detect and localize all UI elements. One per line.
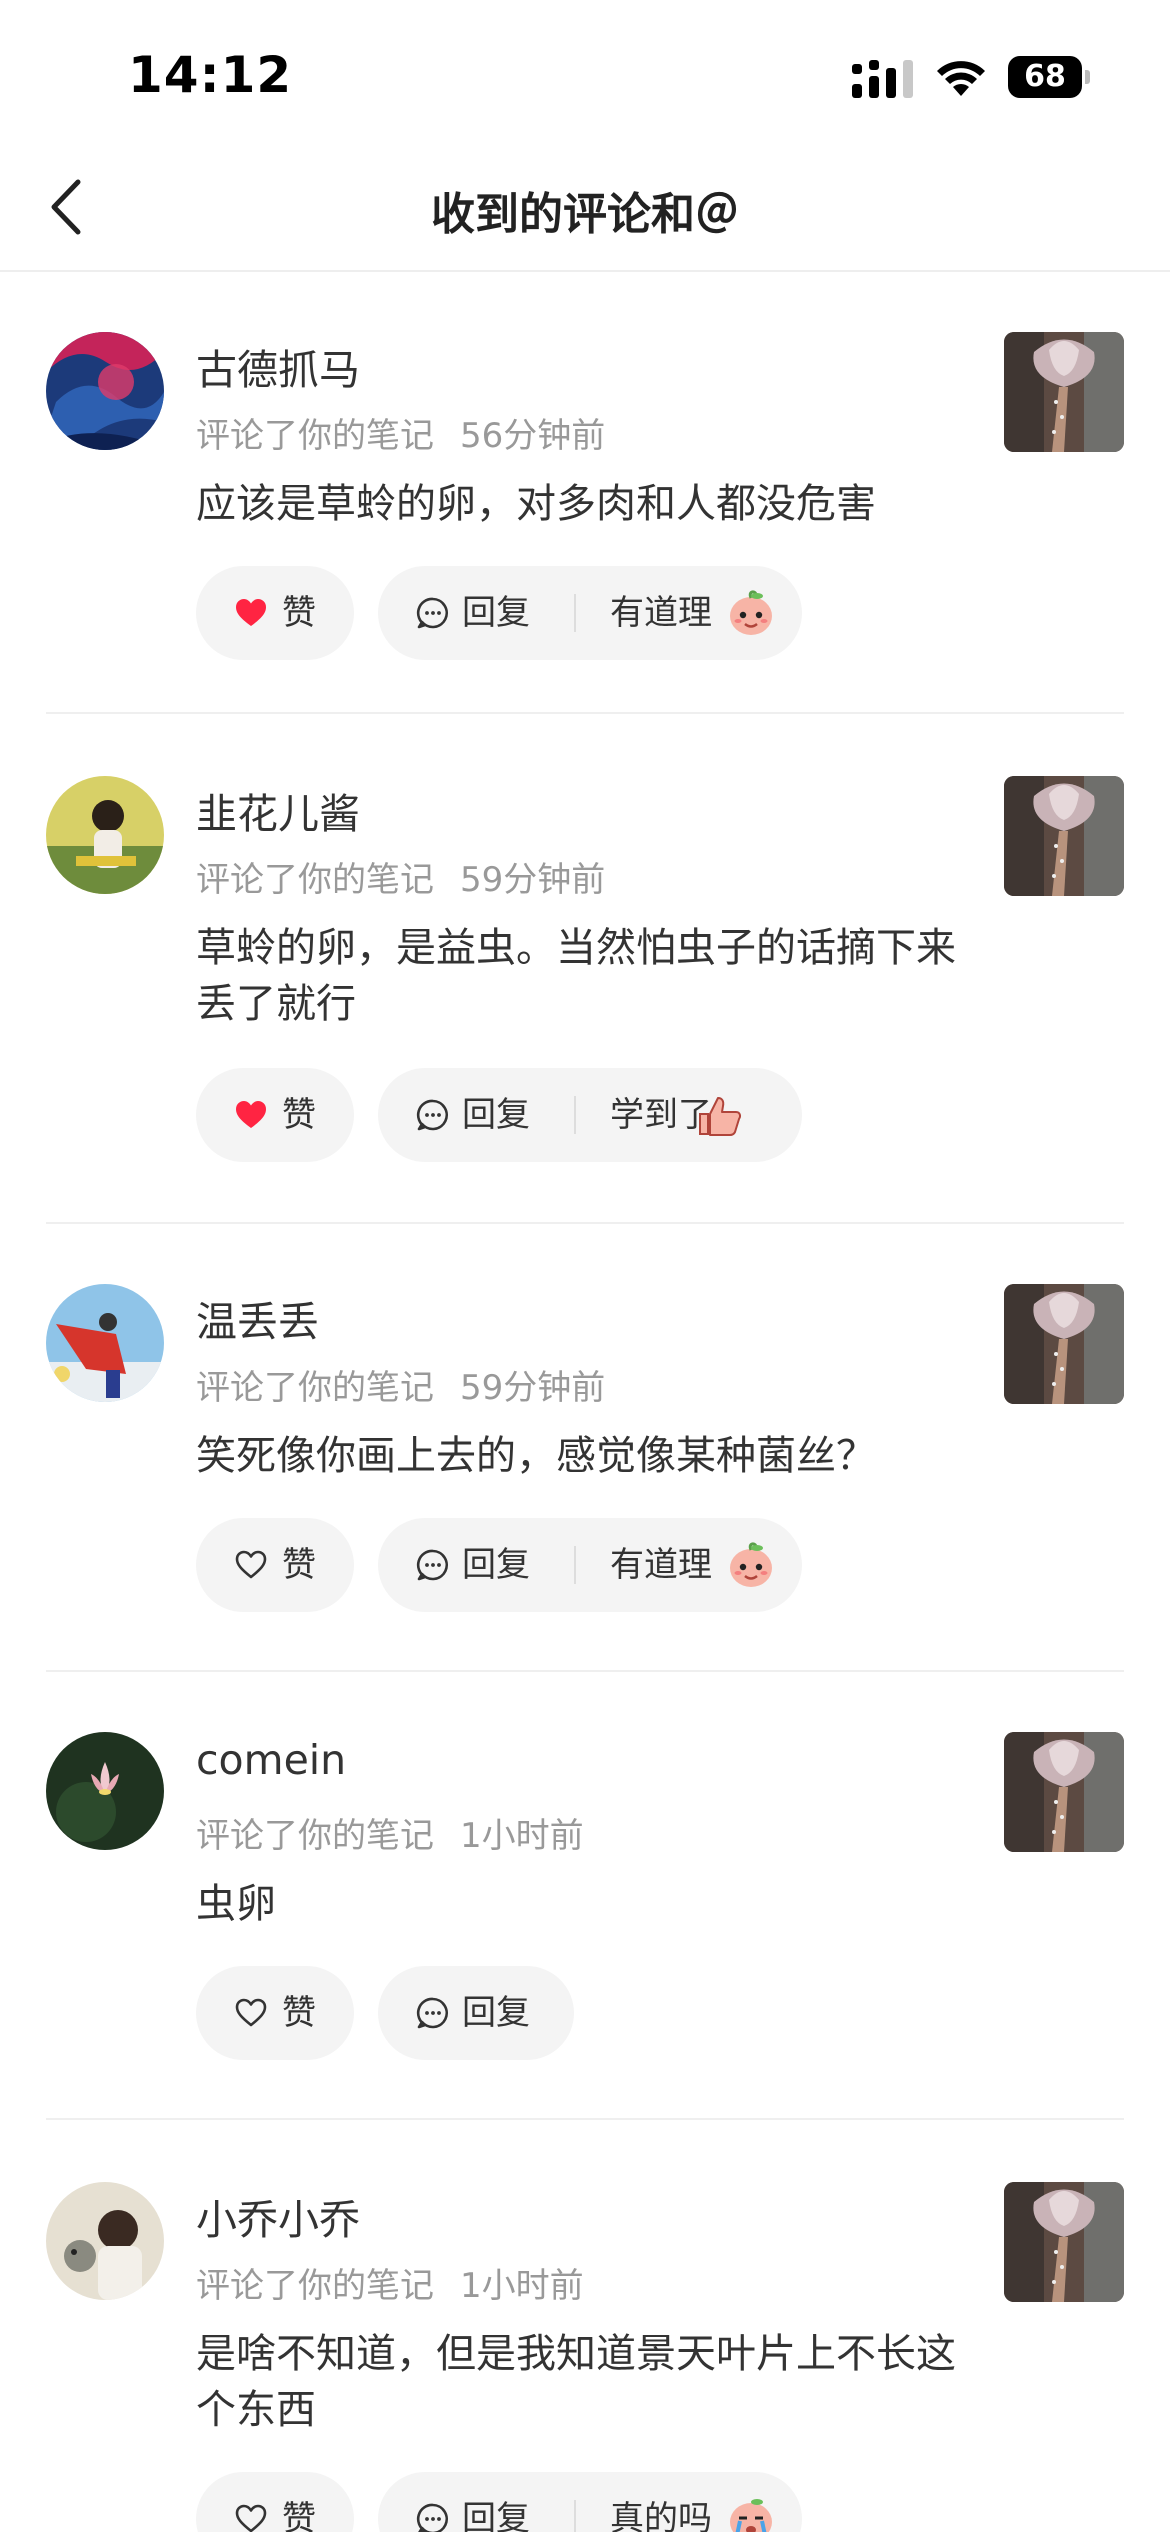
comment-bubble-icon bbox=[416, 1098, 450, 1132]
heart-filled-icon bbox=[234, 1098, 268, 1132]
username[interactable]: 韭花儿酱 bbox=[196, 780, 360, 840]
navigation-bar: 收到的评论和＠ bbox=[0, 150, 1170, 272]
comment-text: 草蛉的卵，是益虫。当然怕虫子的话摘下来丢了就行 bbox=[196, 925, 956, 1027]
separator bbox=[46, 2118, 1124, 2120]
comment-meta: 评论了你的笔记 1小时前 bbox=[196, 1808, 584, 1857]
separator bbox=[46, 712, 1124, 714]
comment-text: 虫卵 bbox=[196, 1881, 276, 1927]
comment-action: 评论了你的笔记 bbox=[196, 1816, 434, 1856]
reply-label: 回复 bbox=[462, 1095, 530, 1135]
note-thumbnail[interactable] bbox=[1004, 776, 1124, 896]
note-thumbnail[interactable] bbox=[1004, 2182, 1124, 2302]
thumbs-up-emoji-icon bbox=[694, 1090, 744, 1140]
reply-button[interactable]: 回复 有道理 bbox=[378, 1518, 802, 1612]
note-thumbnail[interactable] bbox=[1004, 332, 1124, 452]
comment-action: 评论了你的笔记 bbox=[196, 860, 434, 900]
user-avatar[interactable] bbox=[46, 1732, 164, 1850]
comment-action: 评论了你的笔记 bbox=[196, 416, 434, 456]
quick-reply-button[interactable]: 有道理 bbox=[610, 1540, 712, 1590]
comment-meta: 评论了你的笔记 59分钟前 bbox=[196, 852, 605, 901]
like-label: 赞 bbox=[282, 2499, 316, 2532]
like-button[interactable]: 赞 bbox=[196, 2472, 354, 2532]
reply-button[interactable]: 回复 真的吗 bbox=[378, 2472, 802, 2532]
note-thumbnail[interactable] bbox=[1004, 1732, 1124, 1852]
battery-indicator: 68 bbox=[1008, 56, 1090, 98]
comment-text: 应该是草蛉的卵，对多肉和人都没危害 bbox=[196, 481, 876, 527]
separator bbox=[46, 1222, 1124, 1224]
comment-time: 56分钟前 bbox=[460, 416, 606, 456]
like-label: 赞 bbox=[282, 1095, 316, 1135]
status-time: 14:12 bbox=[128, 46, 293, 104]
like-label: 赞 bbox=[282, 593, 316, 633]
heart-outline-icon bbox=[234, 1548, 268, 1582]
comment-meta: 评论了你的笔记 1小时前 bbox=[196, 2258, 584, 2307]
username[interactable]: 温丢丢 bbox=[196, 1288, 319, 1348]
comment-meta: 评论了你的笔记 59分钟前 bbox=[196, 1360, 605, 1409]
comment-text: 笑死像你画上去的，感觉像某种菌丝？ bbox=[196, 1433, 876, 1479]
comment-action: 评论了你的笔记 bbox=[196, 2266, 434, 2306]
reply-button[interactable]: 回复 bbox=[378, 1966, 574, 2060]
comment-time: 59分钟前 bbox=[460, 1368, 606, 1408]
divider bbox=[574, 594, 576, 632]
comment-text: 是啥不知道，但是我知道景天叶片上不长这个东西 bbox=[196, 2331, 956, 2433]
comment-bubble-icon bbox=[416, 2502, 450, 2532]
comment-time: 1小时前 bbox=[460, 1816, 584, 1856]
like-button[interactable]: 赞 bbox=[196, 1068, 354, 1162]
user-avatar[interactable] bbox=[46, 332, 164, 450]
crying-emoji-icon bbox=[726, 2494, 776, 2532]
username[interactable]: 古德抓马 bbox=[196, 336, 360, 396]
reply-label: 回复 bbox=[462, 1545, 530, 1585]
peach-smile-emoji-icon bbox=[726, 588, 776, 638]
reply-button[interactable]: 回复 学到了 bbox=[378, 1068, 802, 1162]
heart-filled-icon bbox=[234, 596, 268, 630]
reply-label: 回复 bbox=[462, 593, 530, 633]
cellular-signal-icon bbox=[852, 60, 913, 98]
comment-bubble-icon bbox=[416, 1548, 450, 1582]
comment-bubble-icon bbox=[416, 1996, 450, 2030]
peach-smile-emoji-icon bbox=[726, 1540, 776, 1590]
user-avatar[interactable] bbox=[46, 2182, 164, 2300]
wifi-icon bbox=[937, 61, 985, 96]
battery-level: 68 bbox=[1024, 59, 1066, 94]
like-button[interactable]: 赞 bbox=[196, 1966, 354, 2060]
comment-time: 1小时前 bbox=[460, 2266, 584, 2306]
username[interactable]: comein bbox=[196, 1736, 346, 1784]
comment-action: 评论了你的笔记 bbox=[196, 1368, 434, 1408]
reply-label: 回复 bbox=[462, 1993, 530, 2033]
quick-reply-button[interactable]: 有道理 bbox=[610, 588, 712, 638]
separator bbox=[46, 1670, 1124, 1672]
comment-meta: 评论了你的笔记 56分钟前 bbox=[196, 408, 605, 457]
heart-outline-icon bbox=[234, 2502, 268, 2532]
note-thumbnail[interactable] bbox=[1004, 1284, 1124, 1404]
like-label: 赞 bbox=[282, 1993, 316, 2033]
divider bbox=[574, 1546, 576, 1584]
comment-bubble-icon bbox=[416, 596, 450, 630]
like-label: 赞 bbox=[282, 1545, 316, 1585]
reply-label: 回复 bbox=[462, 2499, 530, 2532]
page-title: 收到的评论和＠ bbox=[431, 189, 739, 240]
status-bar: 14:12 68 bbox=[0, 0, 1170, 150]
user-avatar[interactable] bbox=[46, 1284, 164, 1402]
divider bbox=[574, 1096, 576, 1134]
username[interactable]: 小乔小乔 bbox=[196, 2186, 360, 2246]
divider bbox=[574, 2500, 576, 2532]
comment-time: 59分钟前 bbox=[460, 860, 606, 900]
heart-outline-icon bbox=[234, 1996, 268, 2030]
like-button[interactable]: 赞 bbox=[196, 1518, 354, 1612]
quick-reply-button[interactable]: 真的吗 bbox=[610, 2494, 712, 2532]
user-avatar[interactable] bbox=[46, 776, 164, 894]
like-button[interactable]: 赞 bbox=[196, 566, 354, 660]
reply-button[interactable]: 回复 有道理 bbox=[378, 566, 802, 660]
